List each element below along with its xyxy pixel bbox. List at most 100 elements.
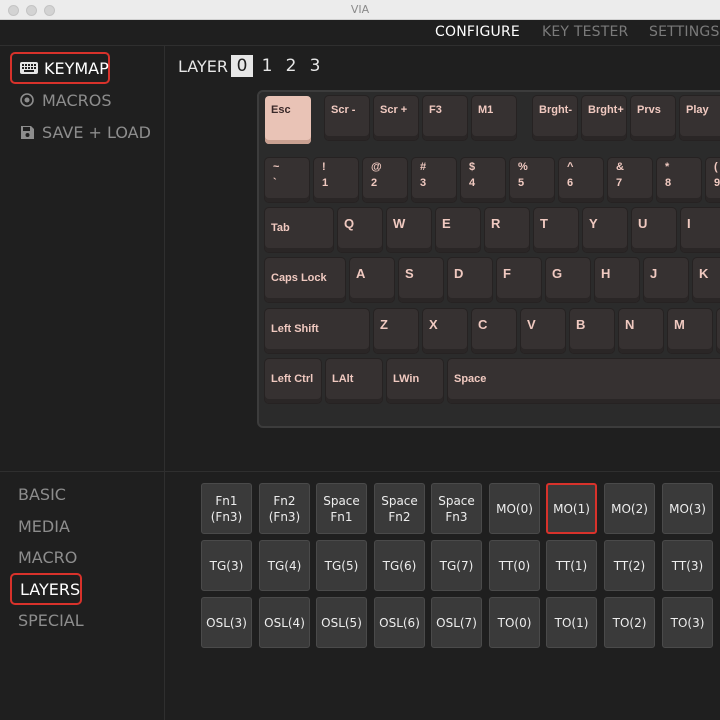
tab-settings[interactable]: SETTINGS (649, 24, 720, 40)
key-x[interactable]: X (423, 309, 467, 353)
keycode-osl5[interactable]: OSL(5) (316, 597, 367, 648)
key-left-alt[interactable]: LAlt (326, 359, 382, 403)
layer-0-button[interactable]: 0 (231, 55, 253, 77)
key-k[interactable]: K (693, 258, 720, 302)
key-1[interactable]: ! 1 (314, 158, 358, 202)
key-z[interactable]: Z (374, 309, 418, 353)
key-w[interactable]: W (387, 208, 431, 252)
key-f[interactable]: F (497, 258, 541, 302)
key-2[interactable]: @2 (363, 158, 407, 202)
key-8[interactable]: * 8 (657, 158, 701, 202)
record-circle-icon (18, 92, 36, 108)
category-basic[interactable]: BASIC (10, 478, 66, 510)
keycode-tt2[interactable]: TT(2) (604, 540, 655, 591)
keycode-space-fn1[interactable]: Space Fn1 (316, 483, 367, 534)
keycode-to2[interactable]: TO(2) (604, 597, 655, 648)
floppy-disk-icon (18, 124, 36, 140)
key-left-ctrl[interactable]: Left Ctrl (265, 359, 321, 403)
keycode-tg7[interactable]: TG(7) (431, 540, 482, 591)
key-t[interactable]: T (534, 208, 578, 252)
sidebar-item-save-load[interactable]: SAVE + LOAD (10, 116, 151, 148)
keycode-fn1-fn3[interactable]: Fn1 (Fn3) (201, 483, 252, 534)
keycode-osl3[interactable]: OSL(3) (201, 597, 252, 648)
key-brightness-down[interactable]: Brght- (533, 96, 577, 140)
category-special[interactable]: SPECIAL (10, 604, 84, 636)
keycode-fn2-fn3[interactable]: Fn2 (Fn3) (259, 483, 310, 534)
key-tab[interactable]: Tab (265, 208, 333, 252)
keycode-space-fn2[interactable]: Space Fn2 (374, 483, 425, 534)
keycode-space-fn3[interactable]: Space Fn3 (431, 483, 482, 534)
key-y[interactable]: Y (583, 208, 627, 252)
category-media[interactable]: MEDIA (10, 510, 70, 542)
key-d[interactable]: D (448, 258, 492, 302)
tab-configure[interactable]: CONFIGURE (435, 24, 520, 40)
key-c[interactable]: C (472, 309, 516, 353)
tab-key-tester[interactable]: KEY TESTER (542, 24, 628, 40)
key-n[interactable]: N (619, 309, 663, 353)
key-space[interactable]: Space (448, 359, 720, 403)
key-v[interactable]: V (521, 309, 565, 353)
keycode-tt3[interactable]: TT(3) (662, 540, 713, 591)
title-bar: VIA (0, 0, 720, 20)
keycode-to0[interactable]: TO(0) (489, 597, 540, 648)
keycode-tt0[interactable]: TT(0) (489, 540, 540, 591)
category-layers[interactable]: LAYERS (10, 573, 82, 605)
key-9[interactable]: (9 (706, 158, 720, 202)
keycode-mo2[interactable]: MO(2) (604, 483, 655, 534)
keycode-to1[interactable]: TO(1) (546, 597, 597, 648)
key-u[interactable]: U (632, 208, 676, 252)
sidebar-item-label: MACROS (42, 90, 112, 110)
key-left-shift[interactable]: Left Shift (265, 309, 369, 353)
key-g[interactable]: G (546, 258, 590, 302)
key-b[interactable]: B (570, 309, 614, 353)
keycode-mo1[interactable]: MO(1) (546, 483, 597, 534)
key-f3[interactable]: F3 (423, 96, 467, 140)
keycode-tg3[interactable]: TG(3) (201, 540, 252, 591)
sidebar-item-macros[interactable]: MACROS (10, 84, 112, 116)
key-e[interactable]: E (436, 208, 480, 252)
window-title: VIA (350, 3, 370, 16)
sidebar-item-label: SAVE + LOAD (42, 122, 151, 142)
keycode-to3[interactable]: TO(3) (662, 597, 713, 648)
layer-3-button[interactable]: 3 (304, 55, 326, 77)
key-q[interactable]: Q (338, 208, 382, 252)
keycode-osl4[interactable]: OSL(4) (259, 597, 310, 648)
key-play[interactable]: Play (680, 96, 720, 140)
category-macro[interactable]: MACRO (10, 541, 77, 573)
keycode-tg4[interactable]: TG(4) (259, 540, 310, 591)
key-a[interactable]: A (350, 258, 394, 302)
key-6[interactable]: ^ 6 (559, 158, 603, 202)
layer-1-button[interactable]: 1 (256, 55, 278, 77)
key-5[interactable]: % 5 (510, 158, 554, 202)
key-caps-lock[interactable]: Caps Lock (265, 258, 345, 302)
section-divider (0, 471, 720, 472)
key-r[interactable]: R (485, 208, 529, 252)
key-m[interactable]: M (668, 309, 712, 353)
sidebar-item-keymap[interactable]: KEYMAP (10, 52, 110, 84)
key-grave[interactable]: ~ ` (265, 158, 309, 202)
key-s[interactable]: S (399, 258, 443, 302)
keycode-osl7[interactable]: OSL(7) (431, 597, 482, 648)
keycode-tg5[interactable]: TG(5) (316, 540, 367, 591)
key-previous[interactable]: Prvs (631, 96, 675, 140)
key-left-win[interactable]: LWin (387, 359, 443, 403)
key-4[interactable]: $4 (461, 158, 505, 202)
keycode-tg6[interactable]: TG(6) (374, 540, 425, 591)
key-7[interactable]: & 7 (608, 158, 652, 202)
key-brightness-up[interactable]: Brght+ (582, 96, 626, 140)
key-h[interactable]: H (595, 258, 639, 302)
keycode-mo0[interactable]: MO(0) (489, 483, 540, 534)
layer-2-button[interactable]: 2 (280, 55, 302, 77)
key-esc[interactable]: Esc (265, 96, 311, 144)
keycode-osl6[interactable]: OSL(6) (374, 597, 425, 648)
key-m1[interactable]: M1 (472, 96, 516, 140)
key-j[interactable]: J (644, 258, 688, 302)
key-i[interactable]: I (681, 208, 720, 252)
sidebar-item-label: KEYMAP (44, 58, 109, 78)
key-3[interactable]: #3 (412, 158, 456, 202)
key-scr-down[interactable]: Scr - (325, 96, 369, 140)
keycode-mo3[interactable]: MO(3) (662, 483, 713, 534)
keyboard-icon (20, 60, 38, 76)
key-scr-up[interactable]: Scr + (374, 96, 418, 140)
keycode-tt1[interactable]: TT(1) (546, 540, 597, 591)
